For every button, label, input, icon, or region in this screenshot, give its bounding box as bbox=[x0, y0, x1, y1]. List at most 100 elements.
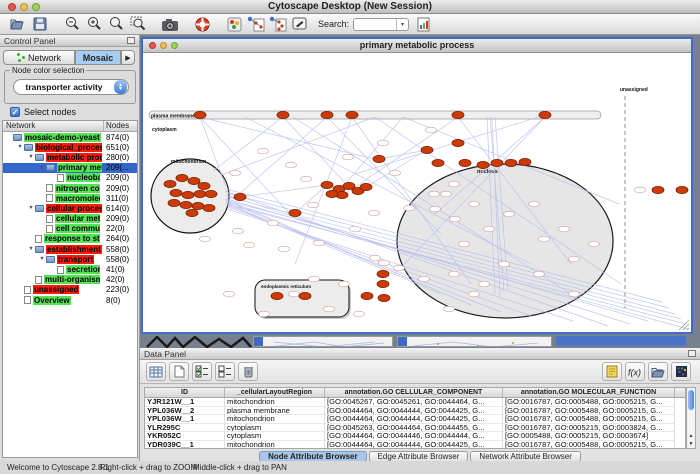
column-nodes[interactable]: Nodes bbox=[104, 121, 137, 131]
gene-node[interactable] bbox=[635, 187, 646, 193]
table-cell[interactable]: [GO:0044464, GO:0044444, GO:0044425, G..… bbox=[325, 407, 503, 416]
scrollbar-thumb[interactable] bbox=[688, 390, 694, 410]
gene-node-selected[interactable] bbox=[321, 181, 333, 188]
tree-row[interactable]: nucleobase-209(0) bbox=[3, 173, 137, 183]
gene-node[interactable] bbox=[504, 211, 515, 217]
gene-node-selected[interactable] bbox=[373, 155, 385, 162]
gene-node[interactable] bbox=[539, 236, 550, 242]
background-window[interactable] bbox=[397, 336, 552, 347]
tree-row[interactable]: Overview8(0) bbox=[3, 295, 137, 305]
gene-node[interactable] bbox=[430, 206, 441, 212]
table-cell[interactable]: [GO:0016787, GO:0005488, GO:0005215, G..… bbox=[503, 398, 675, 407]
gene-node[interactable] bbox=[279, 246, 290, 252]
zoom-selected-icon[interactable] bbox=[128, 15, 148, 33]
table-cell[interactable]: [GO:0016787, GO:0005488, GO:0005215, G..… bbox=[503, 407, 675, 416]
save-icon[interactable] bbox=[30, 15, 50, 33]
table-cell[interactable]: [GO:0045263, GO:0044464, GO:0044455, G..… bbox=[325, 424, 503, 433]
table-cell[interactable]: [GO:0016787, GO:0005488, GO:0005215, G..… bbox=[503, 415, 675, 424]
gene-node-selected[interactable] bbox=[326, 190, 338, 197]
table-cell[interactable]: YJR121W__1 bbox=[145, 398, 225, 407]
table-cell[interactable]: mitochondrion bbox=[225, 398, 325, 407]
gene-node[interactable] bbox=[369, 210, 380, 216]
search-input[interactable]: ▾ bbox=[353, 18, 409, 31]
gene-node[interactable] bbox=[289, 291, 300, 297]
gene-node[interactable] bbox=[569, 291, 580, 297]
table-cell[interactable]: YKR052C bbox=[145, 432, 225, 441]
table-cell[interactable]: mitochondrion bbox=[225, 441, 325, 449]
gene-node-selected[interactable] bbox=[170, 189, 182, 196]
table-cell[interactable]: [GO:0005488, GO:0005215, GO:0003674] bbox=[503, 432, 675, 441]
gene-node[interactable] bbox=[390, 170, 401, 176]
table-cell[interactable]: cytoplasm bbox=[225, 432, 325, 441]
tree-expand-icon[interactable]: ▼ bbox=[38, 256, 46, 262]
gene-node[interactable] bbox=[441, 191, 452, 197]
gene-node-selected[interactable] bbox=[676, 186, 688, 193]
table-column-header[interactable]: _cellularLayoutRegion bbox=[225, 388, 325, 397]
tree-row[interactable]: unassigned223(0) bbox=[3, 285, 137, 295]
gene-node[interactable] bbox=[343, 154, 354, 160]
gene-node[interactable] bbox=[258, 148, 269, 154]
table-cell[interactable]: [GO:0016787, GO:0005488, GO:0005215, G..… bbox=[503, 441, 675, 449]
tree-row[interactable]: cell communicat22(0) bbox=[3, 224, 137, 234]
gene-node[interactable] bbox=[309, 276, 320, 282]
gene-node[interactable] bbox=[224, 291, 235, 297]
tree-row[interactable]: mosaic-demo-yeast874(0) bbox=[3, 132, 137, 142]
table-column-header[interactable]: annotation.GO MOLECULAR_FUNCTION bbox=[503, 388, 675, 397]
gene-node-selected[interactable] bbox=[519, 158, 531, 165]
network-view-window[interactable]: primary metabolic process nucleus plasma… bbox=[141, 37, 693, 334]
table-cell[interactable]: YPL036W__2 bbox=[145, 407, 225, 416]
gene-node[interactable] bbox=[426, 127, 437, 133]
table-cell[interactable]: [GO:0044464, GO:0044444, GO:0044425, G..… bbox=[325, 441, 503, 449]
table-row[interactable]: YJR121W__1mitochondrion[GO:0045267, GO:0… bbox=[145, 398, 685, 407]
tree-row[interactable]: ▼establishment of lo558(0) bbox=[3, 244, 137, 254]
gene-node[interactable] bbox=[324, 306, 335, 312]
gene-node[interactable] bbox=[444, 306, 455, 312]
table-row[interactable]: YPL036W__2plasma membrane[GO:0044464, GO… bbox=[145, 407, 685, 416]
network-window-titlebar[interactable]: primary metabolic process bbox=[143, 39, 691, 53]
table-cell[interactable]: [GO:0044464, GO:0044444, GO:0044425, G..… bbox=[325, 415, 503, 424]
gene-node-selected[interactable] bbox=[491, 159, 503, 166]
tree-expand-icon[interactable]: ▼ bbox=[38, 165, 46, 171]
gene-node[interactable] bbox=[378, 140, 389, 146]
gene-node[interactable] bbox=[230, 170, 241, 176]
gene-node[interactable] bbox=[499, 261, 510, 267]
gene-node-selected[interactable] bbox=[176, 174, 188, 181]
column-network[interactable]: Network bbox=[3, 121, 104, 131]
gene-node[interactable] bbox=[233, 228, 244, 234]
select-nodes-checkbox[interactable]: ✓ bbox=[10, 107, 20, 117]
gene-node-selected[interactable] bbox=[321, 111, 333, 118]
matrix-icon[interactable] bbox=[671, 362, 691, 381]
table-cell[interactable]: [GO:0045267, GO:0045261, GO:0044464, G..… bbox=[325, 398, 503, 407]
background-window[interactable] bbox=[253, 336, 393, 347]
layout-icon[interactable] bbox=[246, 15, 266, 33]
zoom-in-icon[interactable] bbox=[84, 15, 104, 33]
gene-node-selected[interactable] bbox=[188, 177, 200, 184]
gene-node[interactable] bbox=[419, 276, 430, 282]
tree-row[interactable]: macromolecule311(0) bbox=[3, 193, 137, 203]
gene-node[interactable] bbox=[244, 242, 255, 248]
gene-node-selected[interactable] bbox=[186, 209, 198, 216]
table-row[interactable]: YDR039C__1mitochondrion[GO:0044464, GO:0… bbox=[145, 441, 685, 449]
tree-row[interactable]: ▼cellular process614(0) bbox=[3, 203, 137, 213]
table-cell[interactable]: cytoplasm bbox=[225, 424, 325, 433]
notes-icon[interactable] bbox=[602, 362, 622, 381]
gene-node[interactable] bbox=[404, 205, 415, 211]
gene-node-selected[interactable] bbox=[505, 159, 517, 166]
gene-node[interactable] bbox=[484, 226, 495, 232]
table-column-header[interactable]: annotation.GO CELLULAR_COMPONENT bbox=[325, 388, 503, 397]
gene-node[interactable] bbox=[429, 191, 440, 197]
tree-row[interactable]: nitrogen compo209(0) bbox=[3, 183, 137, 193]
node-color-combobox[interactable]: transporter activity ▲▼ bbox=[13, 79, 129, 95]
analyzer-icon[interactable] bbox=[268, 15, 288, 33]
report-icon[interactable] bbox=[413, 15, 433, 33]
gene-node-selected[interactable] bbox=[452, 139, 464, 146]
gene-node-selected[interactable] bbox=[234, 193, 246, 200]
tree-row[interactable]: cellular metabo209(0) bbox=[3, 214, 137, 224]
table-vertical-scrollbar[interactable]: ▲ ▼ bbox=[686, 387, 696, 449]
tree-expand-icon[interactable]: ▼ bbox=[27, 154, 35, 160]
table-column-header[interactable]: ID bbox=[145, 388, 225, 397]
float-panel-icon[interactable] bbox=[688, 350, 696, 357]
gene-node-selected[interactable] bbox=[168, 199, 180, 206]
gene-node-selected[interactable] bbox=[299, 292, 311, 299]
table-row[interactable]: YPL036W__1mitochondrion[GO:0044464, GO:0… bbox=[145, 415, 685, 424]
